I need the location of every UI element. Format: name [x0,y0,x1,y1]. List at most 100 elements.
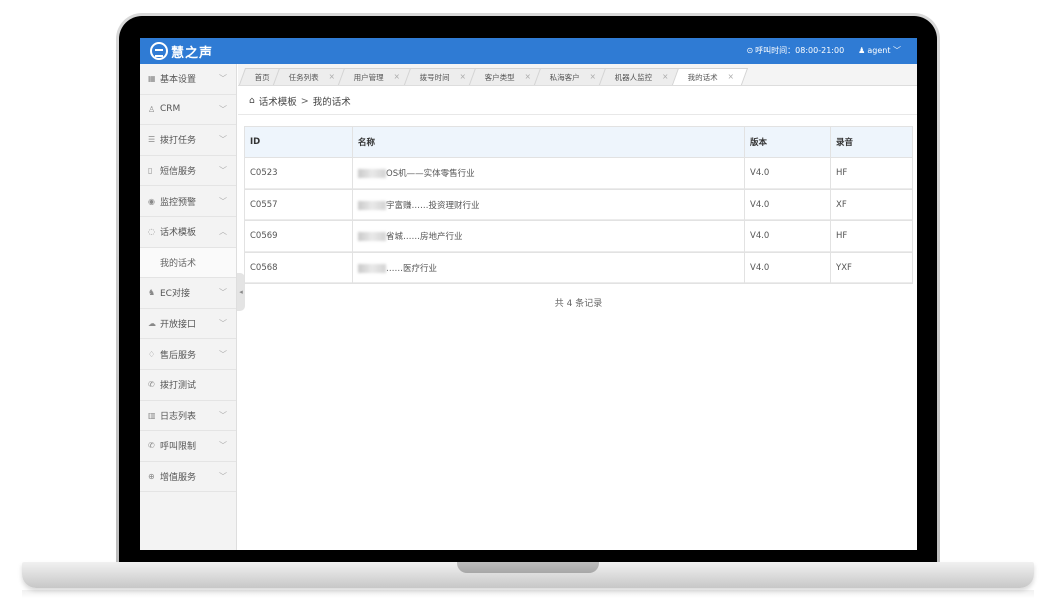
tab-inner: 用户管理 × [354,72,400,83]
tab-bar: 首页 任务列表 × 用户管理 × 拨号时间 × 客户类型 × 私海客户 × 机器人监控 × 我的话术 × [238,64,917,86]
chevron-up-icon: ︿ [219,227,227,237]
app-logo[interactable]: 慧之声 [150,42,214,61]
script-name: 宇富赚……投资理财行业 [386,200,480,211]
app-screen: 慧之声 ⊙ 呼叫时间：08:00-21:00 ♟ agent ﹀ ▦ 基本设置 ﹀ ♙ CR… [140,38,917,550]
sidebar: ▦ 基本设置 ﹀ ♙ CRM ﹀ ☰ 拨打任务 ﹀ ▯ 短信服务 ﹀ ◉ 监控预警 ﹀ ◌ 话术模板 ︿ 我的话术 ♞… [140,64,237,550]
users-icon: ♙ [148,104,156,114]
sidebar-item-label-wrap: ✆ 呼叫限制 [148,439,196,452]
sidebar-item-label: CRM [160,104,181,115]
tab-6[interactable]: 机器人监控 × [599,68,684,85]
sidebar-item-2[interactable]: ☰ 拨打任务 ﹀ [140,125,236,156]
chevron-down-icon: ﹀ [219,349,227,359]
sidebar-item-label-wrap: ▯ 短信服务 [148,164,196,177]
script-name: ……医疗行业 [386,263,438,274]
sidebar-item-label: EC对接 [160,289,190,300]
sidebar-item-label: 呼叫限制 [160,442,197,453]
column-header-id[interactable]: ID [244,126,353,158]
sidebar-item-label: 增值服务 [160,473,197,484]
column-header-version[interactable]: 版本 [744,126,831,158]
sidebar-item-8[interactable]: ☁ 开放接口 ﹀ [140,309,236,340]
sidebar-item-label-wrap: ▥ 日志列表 [148,409,196,422]
sidebar-item-label: 开放接口 [160,320,197,331]
sidebar-item-13[interactable]: ⊕ 增值服务 ﹀ [140,462,236,493]
phone-icon: ▯ [148,166,153,176]
sidebar-item-1[interactable]: ♙ CRM ﹀ [140,95,236,126]
close-icon[interactable]: × [459,72,465,83]
cell-recording: XF [830,188,913,221]
sidebar-item-4[interactable]: ◉ 监控预警 ﹀ [140,186,236,217]
cell-name: ……医疗行业 [352,251,745,284]
log-icon: ▥ [148,410,156,420]
close-icon[interactable]: × [394,72,400,83]
close-icon[interactable]: × [525,72,531,83]
divider [238,114,917,115]
tab-label: 用户管理 [354,72,385,82]
sidebar-item-label: 基本设置 [160,75,197,86]
sidebar-item-6[interactable]: 我的话术 [140,247,236,279]
chevron-down-icon: ﹀ [219,319,227,329]
laptop-notch [457,562,599,573]
breadcrumb-parent[interactable]: 话术模板 [259,94,297,108]
logo-text: 慧之声 [171,45,214,61]
tab-inner: 拨号时间 × [419,72,465,83]
sidebar-item-11[interactable]: ▥ 日志列表 ﹀ [140,401,236,432]
tab-7[interactable]: 我的话术 × [672,68,749,85]
close-icon[interactable]: × [590,72,596,83]
tab-label: 任务列表 [288,72,319,82]
sidebar-item-3[interactable]: ▯ 短信服务 ﹀ [140,156,236,187]
sidebar-item-label-wrap: ♢ 售后服务 [148,348,196,361]
sidebar-item-12[interactable]: ✆ 呼叫限制 ﹀ [140,431,236,462]
table-row[interactable]: C0523 OS机——实体零售行业 V4.0 HF [244,157,913,190]
sidebar-item-label: 日志列表 [160,411,197,422]
list-icon: ☰ [148,135,156,145]
cloud-icon: ☁ [148,319,156,329]
sidebar-item-7[interactable]: ♞ EC对接 ﹀ [140,278,236,309]
chevron-down-icon: ﹀ [219,196,227,206]
sidebar-item-label-wrap: ▦ 基本设置 [148,72,196,85]
sidebar-item-label: 话术模板 [160,228,197,239]
close-icon[interactable]: × [728,72,734,83]
user-menu[interactable]: ♟ agent ﹀ [858,45,901,56]
call-limit-icon: ✆ [148,441,155,451]
close-icon[interactable]: × [663,72,669,83]
table-row[interactable]: C0569 省城……房地产行业 V4.0 HF [244,220,913,253]
close-icon[interactable]: × [329,72,335,83]
logo-icon [150,42,168,60]
user-name: agent [867,46,891,55]
chevron-down-icon: ﹀ [219,135,227,145]
sidebar-item-5[interactable]: ◌ 话术模板 ︿ [140,217,236,248]
laptop-shadow [22,590,1034,598]
sidebar-item-label-wrap: ⊕ 增值服务 [148,470,196,483]
sidebar-item-9[interactable]: ♢ 售后服务 ﹀ [140,339,236,370]
table-row[interactable]: C0568 ……医疗行业 V4.0 YXF [244,251,913,284]
chevron-down-icon: ﹀ [219,74,227,84]
sidebar-item-label-wrap: ☁ 开放接口 [148,317,196,330]
chevron-down-icon: ﹀ [219,472,227,482]
service-icon: ♢ [148,349,156,359]
tab-inner: 任务列表 × [289,72,335,83]
redacted-text [358,200,386,210]
clock-icon: ⊙ [746,46,754,55]
tab-label: 机器人监控 [615,72,653,82]
sidebar-item-0[interactable]: ▦ 基本设置 ﹀ [140,64,236,95]
cell-version: V4.0 [744,188,831,221]
sidebar-item-10[interactable]: ✆ 拨打测试 [140,370,236,401]
template-icon: ◌ [148,227,155,237]
grid-icon: ▦ [148,74,156,84]
sidebar-item-label: 我的话术 [160,258,197,269]
script-table: ID 名称 版本 录音 C0523 OS机——实体零售行业 V4.0 HF C0557 宇… [244,126,913,284]
home-icon: ⌂ [249,96,255,106]
tab-2[interactable]: 用户管理 × [338,68,415,85]
cell-id: C0557 [244,188,353,221]
top-bar: 慧之声 ⊙ 呼叫时间：08:00-21:00 ♟ agent ﹀ [140,38,917,64]
sidebar-item-label-wrap: ♞ EC对接 [148,286,190,299]
table-row[interactable]: C0557 宇富赚……投资理财行业 V4.0 XF [244,188,913,221]
topbar-right: ⊙ 呼叫时间：08:00-21:00 ♟ agent ﹀ [746,45,901,56]
cell-id: C0569 [244,220,353,253]
sidebar-item-label: 拨打测试 [160,381,197,392]
cell-name: 省城……房地产行业 [352,220,745,253]
sidebar-item-label: 短信服务 [160,167,197,178]
column-header-name[interactable]: 名称 [352,126,745,158]
chevron-down-icon: ﹀ [219,441,227,451]
column-header-recording[interactable]: 录音 [830,126,913,158]
